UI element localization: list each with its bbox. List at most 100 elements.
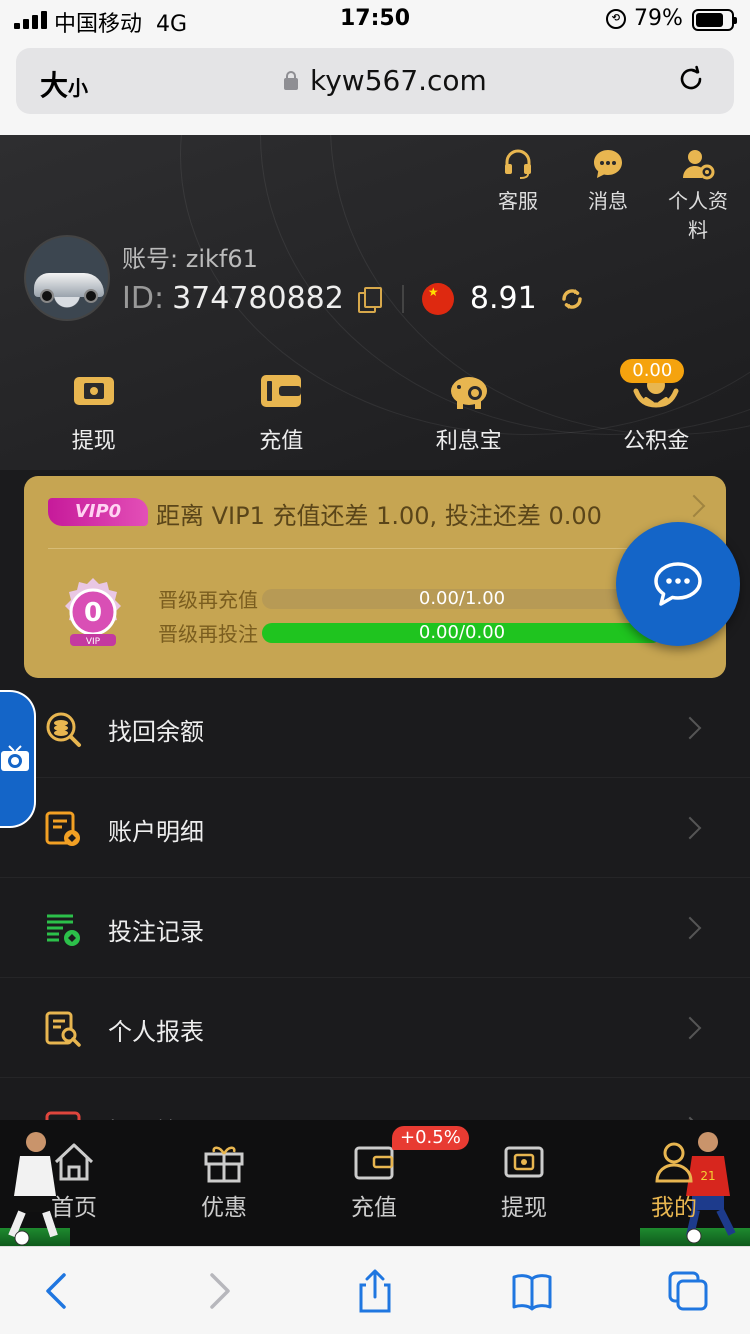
customer-service-label: 客服 [498, 189, 538, 213]
id-value: 374780882 [172, 281, 344, 316]
tv-icon [1, 745, 29, 771]
battery-icon [692, 9, 737, 31]
menu-list: 找回余额 账户明细 投注记录 个人报表 提现管理 [0, 678, 750, 1178]
live-tv-side-button[interactable] [0, 690, 36, 828]
fund-badge: 0.00 [620, 359, 685, 383]
chevron-right-icon [678, 916, 702, 940]
battery-percent: 79% [634, 6, 683, 31]
reload-icon[interactable] [676, 64, 706, 94]
profile-settings-icon [683, 150, 715, 180]
vip-level-number: 0 [84, 598, 102, 628]
messages-label: 消息 [588, 189, 628, 213]
tab-label: 提现 [501, 1195, 547, 1221]
status-bar: 中国移动 4G 17:50 ⟲ 79% [0, 0, 750, 40]
bet-progress-label: 晋级再投注 [158, 622, 258, 646]
tab-label: 我的 [651, 1195, 697, 1221]
menu-item-account-details[interactable]: 账户明细 [0, 778, 750, 878]
recharge-action[interactable]: 充值 [188, 365, 376, 455]
chat-bubble-icon [654, 562, 702, 606]
tab-label: 充值 [351, 1195, 397, 1221]
user-icon [655, 1142, 693, 1183]
text-size-button[interactable]: 大小 [40, 64, 88, 104]
customer-service-button[interactable]: 客服 [482, 147, 554, 243]
recharge-progress-label: 晋级再充值 [158, 588, 258, 612]
profile-button[interactable]: 个人资料 [662, 147, 734, 243]
menu-label: 投注记录 [108, 918, 204, 946]
divider [48, 548, 702, 549]
refresh-icon[interactable] [559, 286, 585, 312]
message-icon [594, 150, 622, 178]
avatar[interactable] [24, 235, 110, 321]
menu-item-bet-records[interactable]: 投注记录 [0, 878, 750, 978]
profile-label: 个人资料 [668, 189, 728, 242]
piggy-bank-icon [450, 377, 487, 409]
bookmarks-icon[interactable] [510, 1269, 554, 1313]
wallet-icon [261, 375, 302, 407]
lock-icon [284, 71, 298, 90]
page: 中国移动 4G 17:50 ⟲ 79% 大小 kyw567.com 客服 消息 [0, 0, 750, 1334]
interest-label: 利息宝 [435, 429, 502, 454]
browser-bar: 大小 kyw567.com [0, 40, 750, 135]
coin-search-icon [46, 712, 81, 747]
menu-label: 找回余额 [108, 718, 204, 746]
bet-progress-value: 0.00/0.00 [418, 622, 506, 643]
report-search-icon [45, 1011, 81, 1047]
divider [401, 284, 404, 313]
url-text[interactable]: kyw567.com [310, 64, 487, 97]
tab-promotions[interactable]: 优惠 [174, 1134, 274, 1222]
recharge-bonus-badge: +0.5% [392, 1126, 469, 1150]
fund-action[interactable]: 0.00 公积金 [563, 359, 750, 455]
balance-value: 8.91 [469, 281, 537, 316]
account-name: 账号: zikf61 [122, 245, 258, 273]
recharge-progress-row: 晋级再充值 0.00/1.00 [158, 584, 662, 613]
gift-icon [204, 1146, 244, 1183]
account-detail-icon [45, 811, 80, 846]
bet-progress-row: 晋级再投注 0.00/0.00 [158, 618, 662, 647]
profile-header: 客服 消息 个人资料 账号: zikf61 ID: 374780882 8.91 [0, 135, 750, 470]
tabs-icon[interactable] [666, 1269, 710, 1313]
bet-record-icon [47, 914, 80, 946]
chevron-right-icon [678, 816, 702, 840]
interest-action[interactable]: 利息宝 [375, 365, 563, 455]
tab-home[interactable]: 首页 [24, 1134, 124, 1222]
back-icon[interactable] [36, 1269, 80, 1313]
vip-medal-icon: 0 VIP [65, 578, 121, 647]
chat-fab-button[interactable] [616, 522, 740, 646]
chevron-right-icon [678, 716, 702, 740]
vip-progress-text: 距离 VIP1 充值还差 1.00, 投注还差 0.00 [156, 502, 602, 530]
chevron-right-icon [682, 494, 706, 518]
share-icon[interactable] [353, 1269, 397, 1313]
china-flag-icon [421, 282, 454, 315]
copy-icon[interactable] [357, 286, 382, 313]
browser-toolbar [0, 1246, 750, 1334]
menu-item-personal-report[interactable]: 个人报表 [0, 978, 750, 1078]
menu-item-recover-balance[interactable]: 找回余额 [0, 678, 750, 778]
address-bar[interactable]: 大小 kyw567.com [16, 48, 734, 114]
vip-tag: VIP0 [48, 498, 148, 526]
id-row: ID: 374780882 8.91 [122, 281, 585, 316]
headset-icon [505, 149, 531, 179]
vip-medal-label: VIP [86, 637, 101, 647]
withdraw-icon [504, 1146, 544, 1178]
wallet-icon [354, 1146, 394, 1180]
withdraw-action[interactable]: 提现 [0, 365, 188, 455]
tab-withdraw[interactable]: 提现 [474, 1134, 574, 1222]
tab-mine[interactable]: 我的 [624, 1134, 724, 1222]
bottom-tab-bar: 21 首页 优惠 充值 +0.5% 提现 我的 [0, 1120, 750, 1246]
recharge-label: 充值 [259, 429, 304, 454]
fund-label: 公积金 [623, 429, 690, 454]
tab-label: 首页 [51, 1195, 97, 1221]
forward-icon[interactable] [196, 1269, 240, 1313]
tab-label: 优惠 [201, 1195, 247, 1221]
messages-button[interactable]: 消息 [572, 147, 644, 243]
rotation-lock-icon: ⟲ [606, 9, 626, 29]
bet-progress-bar: 0.00/0.00 [262, 622, 662, 643]
recharge-progress-value: 0.00/1.00 [418, 588, 506, 609]
id-label: ID: [122, 281, 165, 316]
chevron-right-icon [678, 1016, 702, 1040]
home-icon [54, 1143, 94, 1181]
menu-label: 个人报表 [108, 1018, 204, 1046]
menu-label: 账户明细 [108, 818, 204, 846]
withdraw-icon [73, 377, 114, 405]
withdraw-label: 提现 [71, 429, 116, 454]
